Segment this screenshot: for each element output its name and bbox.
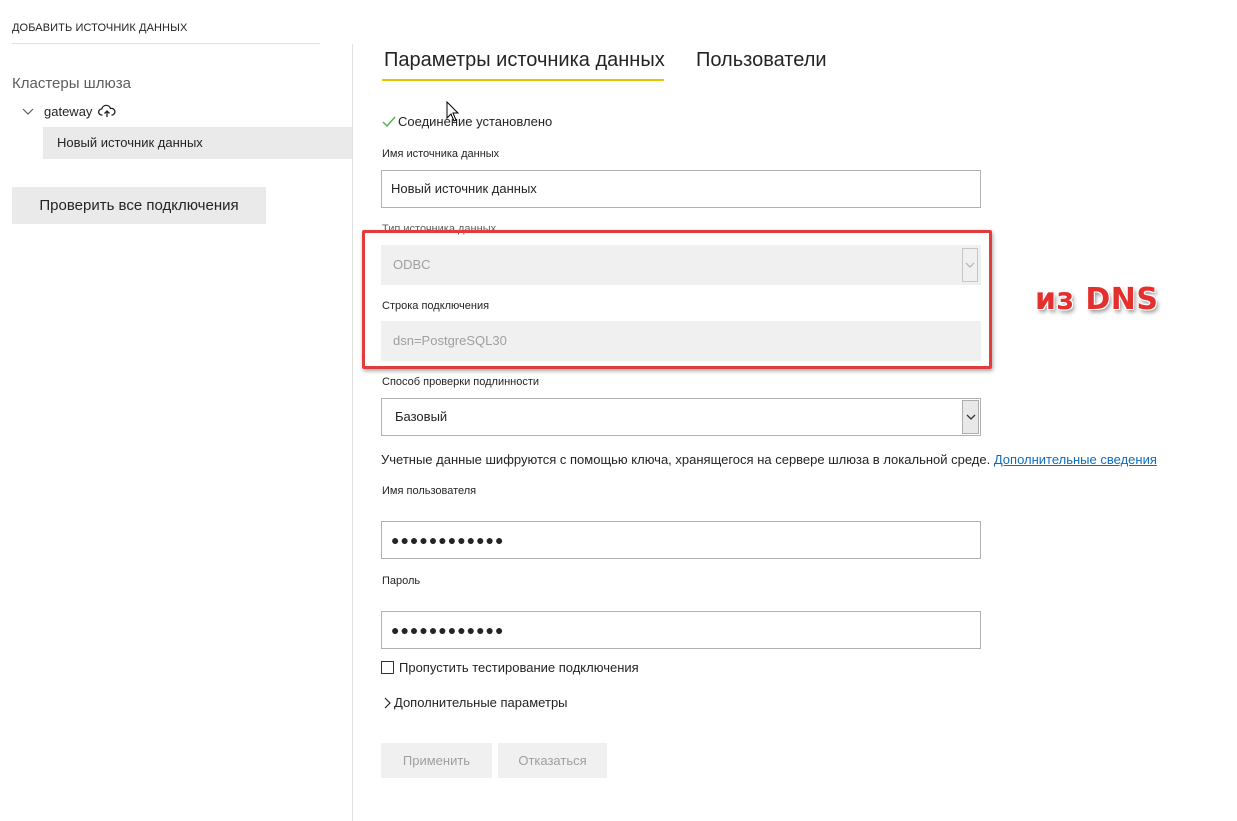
credentials-info-text: Учетные данные шифруются с помощью ключа…: [381, 452, 994, 467]
password-label: Пароль: [382, 575, 421, 587]
chevron-right-icon: [384, 697, 391, 708]
connection-status: Соединение установлено: [382, 114, 552, 129]
ds-name-label: Имя источника данных: [382, 148, 500, 160]
chevron-down-icon: [966, 414, 975, 420]
gateway-label: gateway: [44, 103, 93, 119]
cancel-button[interactable]: Отказаться: [498, 743, 607, 778]
annotation-label: из DNS: [1035, 282, 1159, 317]
auth-method-value: Базовый: [395, 409, 448, 424]
username-label: Имя пользователя: [382, 485, 477, 497]
header-divider: [12, 43, 320, 44]
more-info-link[interactable]: Дополнительные сведения: [994, 452, 1157, 467]
mouse-cursor-icon: [446, 101, 460, 122]
auth-method-dropdown-toggle[interactable]: [962, 400, 979, 434]
verify-all-connections-button[interactable]: Проверить все подключения: [12, 187, 266, 224]
chevron-down-icon[interactable]: [22, 105, 34, 117]
tab-data-source-settings[interactable]: Параметры источника данных: [384, 49, 665, 72]
clusters-title: Кластеры шлюза: [12, 75, 131, 92]
annotation-highlight-box: [362, 230, 992, 369]
tab-users[interactable]: Пользователи: [696, 49, 827, 72]
checkmark-icon: [382, 116, 396, 127]
page-title: ДОБАВИТЬ ИСТОЧНИК ДАННЫХ: [12, 22, 188, 34]
cloud-upload-icon: [98, 104, 116, 117]
ds-name-input[interactable]: Новый источник данных: [381, 170, 981, 208]
apply-button[interactable]: Применить: [381, 743, 492, 778]
password-input[interactable]: ●●●●●●●●●●●●: [381, 611, 981, 649]
auth-method-label: Способ проверки подлинности: [382, 376, 540, 388]
tree-item-gateway[interactable]: gateway: [22, 101, 116, 121]
sidebar-item-new-data-source[interactable]: Новый источник данных: [43, 127, 353, 159]
skip-test-label: Пропустить тестирование подключения: [399, 660, 639, 675]
connection-status-text: Соединение установлено: [398, 114, 553, 129]
username-input[interactable]: ●●●●●●●●●●●●: [381, 521, 981, 559]
pane-divider: [352, 44, 353, 821]
advanced-settings-toggle[interactable]: Дополнительные параметры: [383, 695, 568, 710]
skip-test-option[interactable]: Пропустить тестирование подключения: [381, 660, 639, 675]
auth-method-select[interactable]: Базовый: [381, 398, 981, 436]
advanced-settings-label: Дополнительные параметры: [394, 695, 568, 710]
credentials-info: Учетные данные шифруются с помощью ключа…: [381, 452, 1157, 467]
active-tab-indicator: [382, 79, 664, 81]
skip-test-checkbox[interactable]: [381, 661, 394, 674]
